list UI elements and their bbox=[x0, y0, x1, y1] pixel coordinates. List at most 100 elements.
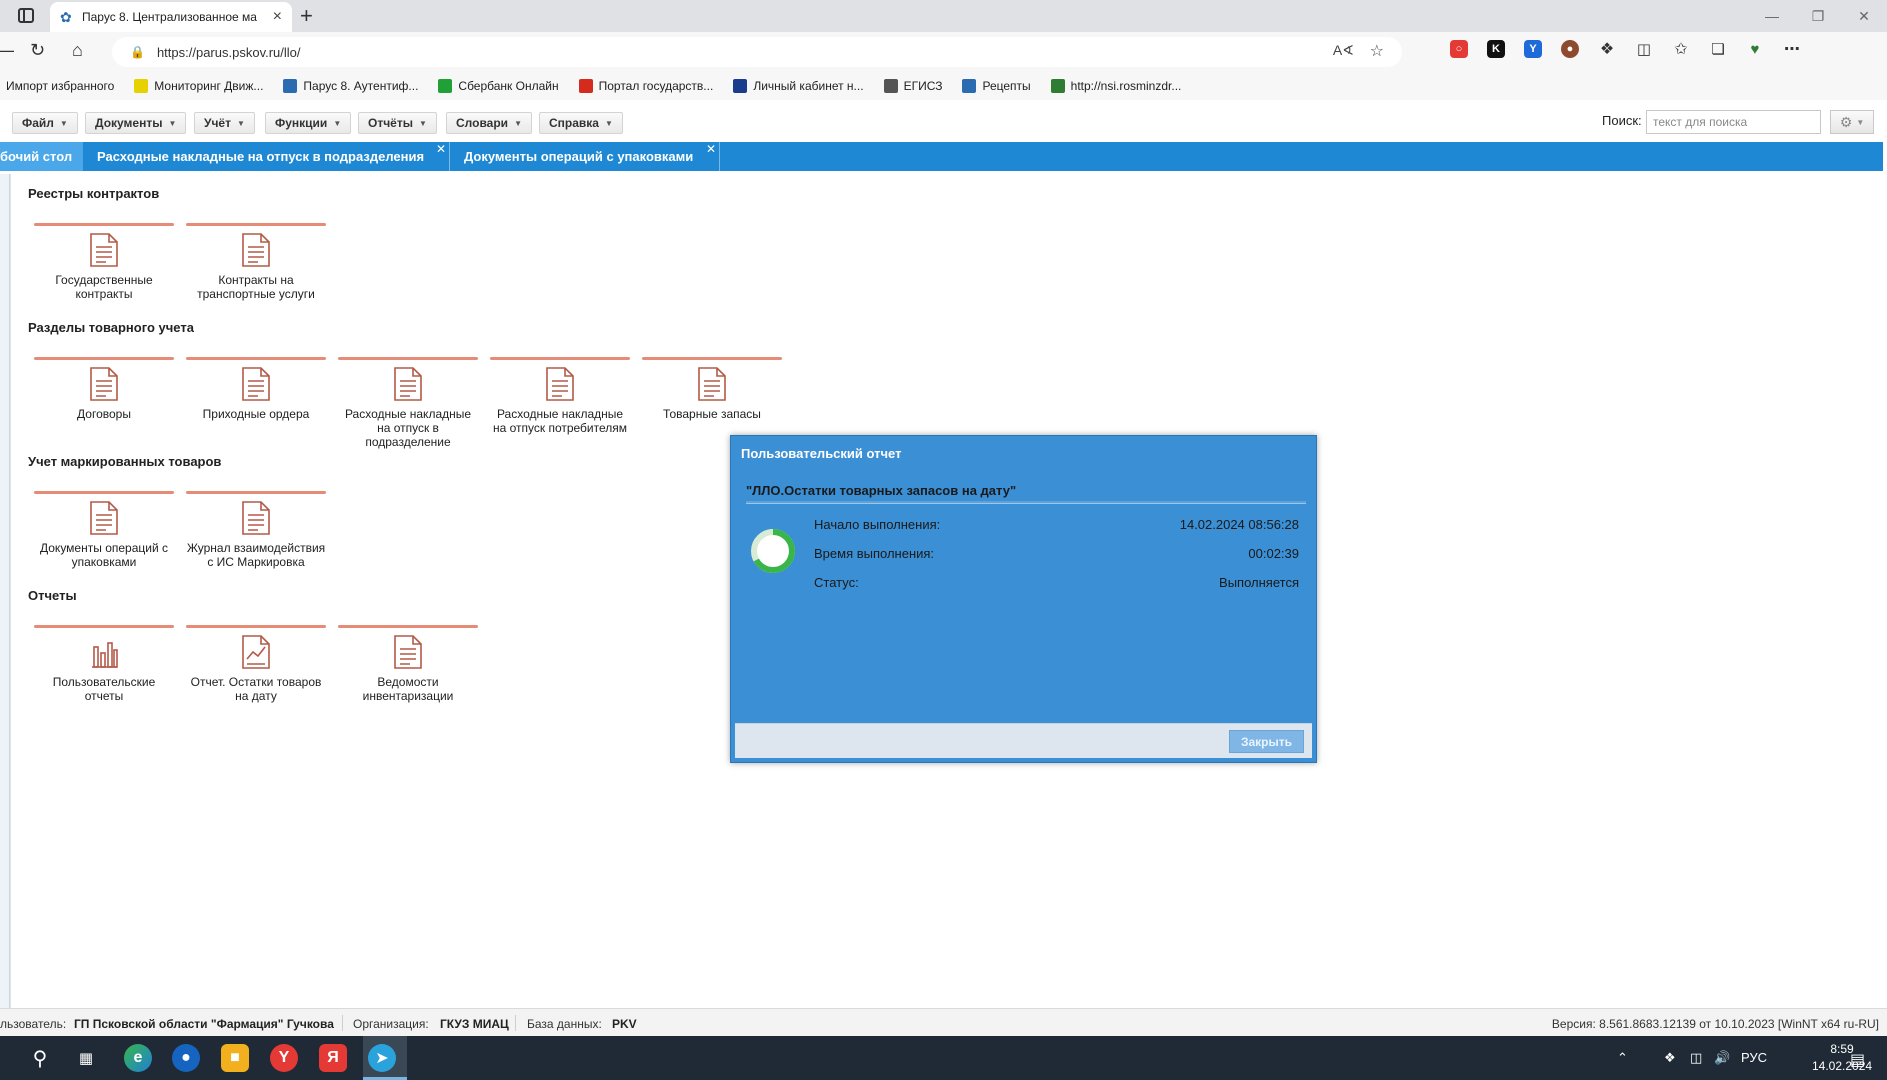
desktop-tile[interactable]: Договоры bbox=[34, 357, 174, 467]
search-label: Поиск: bbox=[1602, 113, 1642, 128]
desktop-tile[interactable]: Приходные ордера bbox=[186, 357, 326, 467]
tile-label: Расходные накладные на отпуск потребител… bbox=[492, 407, 628, 435]
tray-expand-icon[interactable]: ⌃ bbox=[1617, 1050, 1628, 1066]
edge-browser-icon[interactable]: e bbox=[124, 1044, 152, 1072]
menu-label: Учёт bbox=[204, 116, 231, 130]
menu-dictionaries[interactable]: Словари ▼ bbox=[446, 112, 532, 134]
favorites-icon[interactable]: ✩ bbox=[1672, 40, 1690, 58]
telegram-icon[interactable]: ➤ bbox=[368, 1044, 396, 1072]
tray-app-icon[interactable]: ❖ bbox=[1664, 1050, 1676, 1066]
menu-reports[interactable]: Отчёты ▼ bbox=[358, 112, 437, 134]
input-language[interactable]: РУС bbox=[1741, 1050, 1767, 1065]
menu-accounting[interactable]: Учёт ▼ bbox=[194, 112, 255, 134]
close-window-icon[interactable]: ✕ bbox=[1841, 0, 1887, 32]
parus-icon bbox=[283, 79, 298, 93]
bar-chart-icon bbox=[89, 635, 119, 669]
extension-k-icon[interactable]: K bbox=[1487, 40, 1505, 58]
chevron-down-icon: ▼ bbox=[168, 118, 177, 128]
tile-label: Приходные ордера bbox=[202, 407, 310, 421]
tile-label: Государственные контракты bbox=[55, 273, 153, 301]
bookmark-item[interactable]: Личный кабинет н... bbox=[733, 79, 864, 93]
tab-desktop[interactable]: бочий стол bbox=[0, 142, 83, 171]
bookmark-label: Сбербанк Онлайн bbox=[458, 79, 559, 93]
chevron-down-icon: ▼ bbox=[604, 118, 613, 128]
close-tab-icon[interactable]: × bbox=[273, 8, 282, 26]
desktop-tile[interactable]: Государственные контракты bbox=[34, 223, 174, 333]
extension-avatar-icon[interactable]: ● bbox=[1561, 40, 1579, 58]
search-input[interactable] bbox=[1646, 110, 1821, 134]
split-screen-icon[interactable]: ◫ bbox=[1635, 40, 1653, 58]
file-explorer-icon[interactable]: ■ bbox=[221, 1044, 249, 1072]
more-menu-icon[interactable]: ⋯ bbox=[1783, 40, 1801, 58]
chevron-down-icon: ▼ bbox=[418, 118, 427, 128]
tile-label: Договоры bbox=[77, 407, 131, 421]
yandex-browser-icon[interactable]: Y bbox=[270, 1044, 298, 1072]
tab-actions-icon[interactable] bbox=[18, 8, 34, 23]
desktop-tile[interactable]: Расходные накладные на отпуск в подразде… bbox=[338, 357, 478, 467]
desktop-tile[interactable]: Ведомости инвентаризации bbox=[338, 625, 478, 735]
left-panel-edge[interactable] bbox=[0, 174, 10, 1008]
network-icon[interactable]: ◫ bbox=[1690, 1050, 1702, 1066]
document-icon bbox=[89, 501, 119, 535]
yandex-icon[interactable]: Я bbox=[319, 1044, 347, 1072]
tile-accent-bar bbox=[34, 223, 174, 226]
close-tab-icon[interactable]: ✕ bbox=[706, 142, 716, 156]
tile-label: Расходные накладные на отпуск в подразде… bbox=[344, 407, 472, 449]
close-tab-icon[interactable]: ✕ bbox=[436, 142, 446, 156]
reload-icon[interactable]: ↻ bbox=[30, 40, 45, 61]
minimize-icon[interactable]: — bbox=[1749, 0, 1795, 32]
desktop-tile[interactable]: Журнал взаимодействия с ИС Маркировка bbox=[186, 491, 326, 601]
cloud-app-icon[interactable]: ● bbox=[172, 1044, 200, 1072]
windows-start-icon[interactable] bbox=[0, 1044, 22, 1072]
menu-help[interactable]: Справка ▼ bbox=[539, 112, 623, 134]
bookmark-item[interactable]: Мониторинг Движ... bbox=[134, 79, 263, 93]
desktop-tile[interactable]: Контракты на транспортные услуги bbox=[186, 223, 326, 333]
tile-accent-bar bbox=[34, 625, 174, 628]
status-divider bbox=[515, 1015, 516, 1031]
desktop-tile[interactable]: Пользовательские отчеты bbox=[34, 625, 174, 735]
new-tab-icon[interactable]: + bbox=[300, 3, 313, 29]
browser-tabbar: ✿ Парус 8. Централизованное ма × + — ❐ ✕ bbox=[0, 0, 1887, 32]
home-icon[interactable]: ⌂ bbox=[72, 40, 83, 61]
task-view-icon[interactable]: ▦ bbox=[72, 1044, 100, 1072]
menu-file[interactable]: Файл ▼ bbox=[12, 112, 78, 134]
browser-essentials-icon[interactable]: ♥ bbox=[1746, 40, 1764, 58]
menu-functions[interactable]: Функции ▼ bbox=[265, 112, 352, 134]
extension-red-icon[interactable]: ○ bbox=[1450, 40, 1468, 58]
address-bar[interactable]: 🔒 https://parus.pskov.ru/llo/ A∢ ☆ bbox=[112, 37, 1402, 67]
browser-tab-active[interactable]: ✿ Парус 8. Централизованное ма × bbox=[50, 2, 292, 32]
tile-label: Отчет. Остатки товаров на дату bbox=[190, 675, 322, 703]
desktop-tile[interactable]: Расходные накладные на отпуск потребител… bbox=[490, 357, 630, 467]
desktop-tile[interactable]: Документы операций с упаковками bbox=[34, 491, 174, 601]
settings-button[interactable]: ⚙ ▼ bbox=[1830, 110, 1874, 134]
lock-icon[interactable]: 🔒 bbox=[130, 45, 145, 59]
chevron-down-icon: ▼ bbox=[59, 118, 68, 128]
restore-icon[interactable]: ❐ bbox=[1795, 0, 1841, 32]
desktop-tile[interactable]: Отчет. Остатки товаров на дату bbox=[186, 625, 326, 735]
bookmark-item[interactable]: Рецепты bbox=[962, 79, 1031, 93]
bookmark-label: ЕГИСЗ bbox=[903, 79, 943, 93]
close-button[interactable]: Закрыть bbox=[1229, 730, 1304, 753]
collections-icon[interactable]: ❏ bbox=[1709, 40, 1727, 58]
bookmark-item[interactable]: Сбербанк Онлайн bbox=[438, 79, 559, 93]
back-icon[interactable]: — bbox=[0, 40, 14, 61]
bookmark-item[interactable]: Импорт избранного bbox=[6, 79, 114, 93]
bookmark-item[interactable]: Портал государств... bbox=[578, 79, 713, 93]
tab-package-operations[interactable]: Документы операций с упаковками ✕ bbox=[450, 142, 720, 171]
menu-documents[interactable]: Документы ▼ bbox=[85, 112, 187, 134]
bookmark-item[interactable]: http://nsi.rosminzdr... bbox=[1050, 79, 1181, 93]
volume-icon[interactable]: 🔊 bbox=[1714, 1050, 1730, 1066]
extensions-puzzle-icon[interactable]: ❖ bbox=[1598, 40, 1616, 58]
bookmark-item[interactable]: ЕГИСЗ bbox=[883, 79, 943, 93]
bookmark-label: Личный кабинет н... bbox=[753, 79, 864, 93]
menu-label: Документы bbox=[95, 116, 163, 130]
chevron-down-icon: ▼ bbox=[514, 118, 522, 128]
favorite-star-icon[interactable]: ☆ bbox=[1370, 41, 1384, 61]
notifications-icon[interactable]: ▤ bbox=[1850, 1050, 1865, 1070]
bookmark-item[interactable]: Парус 8. Аутентиф... bbox=[283, 79, 418, 93]
tab-outgoing-invoices[interactable]: Расходные накладные на отпуск в подразде… bbox=[83, 142, 450, 171]
read-aloud-icon[interactable]: A∢ bbox=[1333, 42, 1354, 59]
elapsed-time-value: 00:02:39 bbox=[1248, 546, 1299, 561]
search-icon[interactable]: ⚲ bbox=[26, 1044, 54, 1072]
extension-y-icon[interactable]: Y bbox=[1524, 40, 1542, 58]
